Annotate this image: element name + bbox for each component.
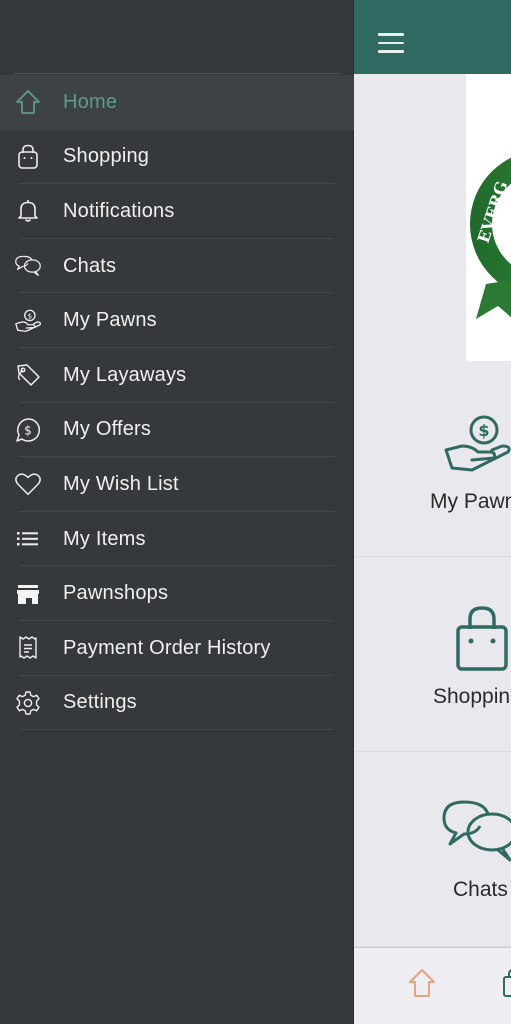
tab-home[interactable] — [408, 968, 436, 1003]
hamburger-line — [378, 50, 404, 53]
divider — [14, 73, 341, 74]
hand-dollar-icon: $ — [444, 415, 511, 472]
tile-chats[interactable]: Chats — [354, 752, 511, 947]
tag-icon — [14, 361, 42, 389]
chat-bubbles-icon — [442, 800, 511, 862]
brand-logo-banner: EVERG — [466, 74, 511, 361]
bottom-tab-bar — [354, 947, 511, 1024]
drawer-item-label: Shopping — [63, 145, 150, 168]
shopping-bag-icon — [503, 969, 511, 997]
svg-text:$: $ — [24, 423, 32, 437]
drawer-item-label: My Items — [63, 527, 146, 550]
shopping-bag-icon — [14, 143, 42, 171]
drawer-item-chats[interactable]: Chats — [0, 239, 354, 294]
tile-label: Shopping — [433, 685, 511, 708]
drawer-item-settings[interactable]: Settings — [0, 676, 354, 731]
drawer-item-label: My Pawns — [63, 309, 157, 332]
navigation-drawer: Home Shopping Notifications Chats $ My P… — [0, 0, 354, 1024]
shopping-bag-icon — [456, 606, 508, 671]
drawer-item-my-wish-list[interactable]: My Wish List — [0, 457, 354, 512]
drawer-item-label: Payment Order History — [63, 636, 271, 659]
menu-toggle-button[interactable] — [378, 33, 404, 53]
bell-icon — [14, 197, 42, 225]
drawer-item-my-items[interactable]: My Items — [0, 512, 354, 567]
list-icon — [14, 525, 42, 553]
drawer-item-label: Notifications — [63, 199, 175, 222]
drawer-item-pawnshops[interactable]: Pawnshops — [0, 566, 354, 621]
drawer-item-label: Home — [63, 90, 118, 113]
drawer-item-my-layaways[interactable]: My Layaways — [0, 348, 354, 403]
drawer-item-label: Chats — [63, 254, 117, 277]
drawer-item-my-offers[interactable]: $ My Offers — [0, 403, 354, 458]
gear-icon — [14, 689, 42, 717]
drawer-item-shopping[interactable]: Shopping — [0, 130, 354, 185]
svg-text:$: $ — [27, 311, 32, 320]
hamburger-line — [378, 41, 404, 44]
chat-bubbles-icon — [14, 252, 42, 280]
brand-logo: EVERG — [470, 157, 511, 319]
store-icon — [14, 580, 42, 608]
svg-text:$: $ — [478, 421, 489, 440]
tab-shopping[interactable] — [502, 968, 511, 1003]
drawer-item-my-pawns[interactable]: $ My Pawns — [0, 293, 354, 348]
drawer-item-label: My Layaways — [63, 363, 187, 386]
drawer-item-label: Pawnshops — [63, 582, 169, 605]
tile-my-pawns[interactable]: $ My Pawns — [354, 362, 511, 557]
home-icon — [14, 88, 42, 116]
drawer-item-payment-order-history[interactable]: Payment Order History — [0, 621, 354, 676]
drawer-item-label: Settings — [63, 691, 137, 714]
drawer-item-home[interactable]: Home — [0, 75, 354, 130]
hand-dollar-icon: $ — [14, 307, 42, 335]
drawer-item-label: My Offers — [63, 418, 152, 441]
heart-icon — [14, 470, 42, 498]
receipt-icon — [14, 634, 42, 662]
tile-label: My Pawns — [430, 490, 511, 513]
drawer-menu: Home Shopping Notifications Chats $ My P… — [0, 75, 354, 730]
home-icon — [409, 969, 435, 997]
tile-label: Chats — [453, 878, 508, 901]
drawer-item-notifications[interactable]: Notifications — [0, 184, 354, 239]
drawer-item-label: My Wish List — [63, 472, 179, 495]
top-app-bar — [354, 0, 511, 74]
tile-shopping[interactable]: Shopping — [354, 557, 511, 752]
hamburger-line — [378, 33, 404, 36]
dollar-speech-icon: $ — [14, 416, 42, 444]
main-content: EVERG $ My Pawns Shopping Chats — [354, 0, 511, 1024]
